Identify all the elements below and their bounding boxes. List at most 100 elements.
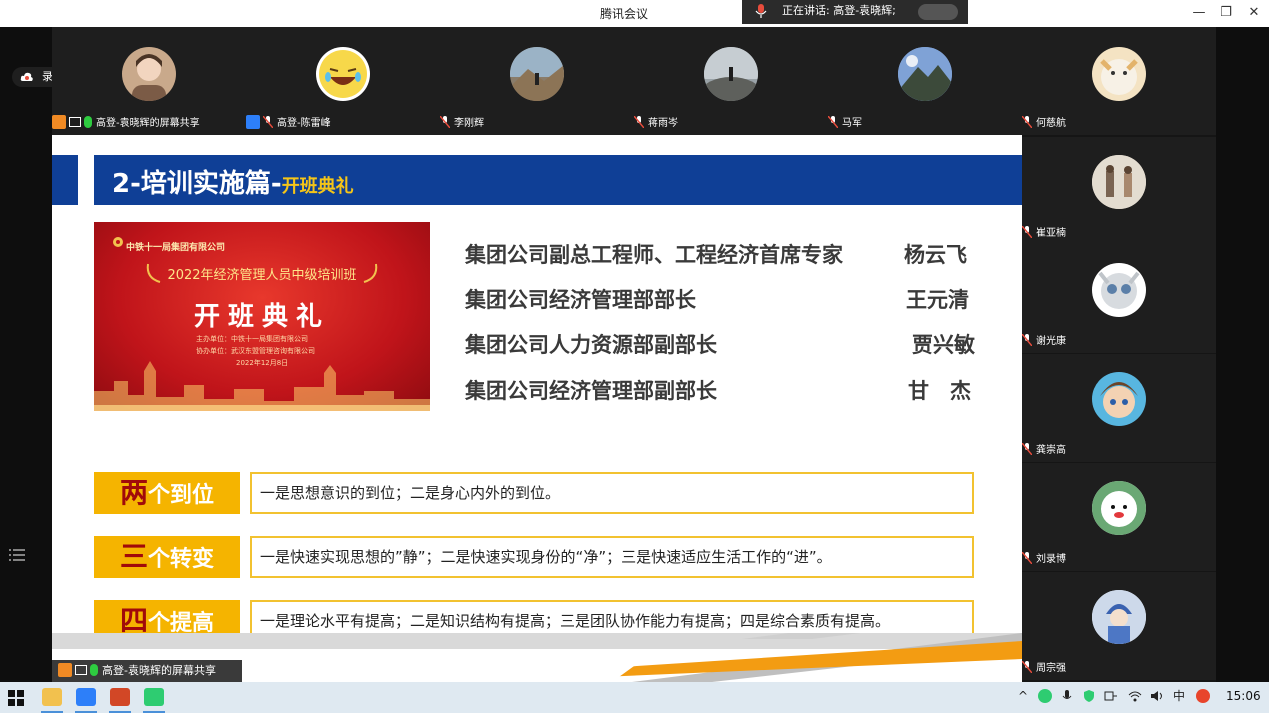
chevron-up-icon[interactable]: ^	[1016, 689, 1030, 703]
mic-muted-icon	[1022, 443, 1032, 455]
wechat-icon[interactable]	[144, 688, 164, 706]
mic-muted-icon	[828, 116, 838, 128]
ceremony-banner-image: 中铁十一局集团有限公司 2022年经济管理人员中级培训班 开班典礼 主办单位：中…	[94, 222, 430, 411]
participant-tile[interactable]: 谢光康	[1022, 245, 1216, 353]
participant-name: 高登-陈雷峰	[277, 118, 331, 129]
participant-name: 龚崇高	[1036, 445, 1066, 456]
tencent-meeting-icon[interactable]	[76, 688, 96, 706]
participant-tile[interactable]: 高登-袁晓辉的屏幕共享	[52, 27, 246, 135]
participant-name-bar: 高登-袁晓辉的屏幕共享	[52, 115, 200, 133]
avatar	[316, 47, 370, 101]
mic-active-icon	[84, 116, 92, 128]
participant-name: 高登-袁晓辉的屏幕共享	[96, 118, 200, 129]
leader-name: 杨云飞	[904, 243, 967, 267]
avatar	[1092, 481, 1146, 535]
participant-tile[interactable]: 马军	[828, 27, 1022, 135]
point-heading: 个转变	[148, 547, 215, 572]
speaking-indicator: 正在讲话: 高登-袁晓辉;	[742, 0, 968, 24]
host-icon	[52, 115, 66, 129]
avatar	[1092, 590, 1146, 644]
participant-name: 何慈航	[1036, 118, 1066, 129]
participant-name-bar: 刘录博	[1022, 551, 1066, 569]
avatar	[510, 47, 564, 101]
leader-role: 集团公司经济管理部部长	[465, 288, 696, 312]
slide-title-text: 2-培训实施篇-	[112, 169, 282, 199]
windows-taskbar: ^ 中 15:06	[0, 682, 1269, 713]
participant-tile[interactable]: 何慈航	[1022, 27, 1216, 135]
participant-name: 崔亚楠	[1036, 228, 1066, 239]
screen-share-icon	[69, 117, 81, 127]
screen-share-icon	[75, 665, 87, 675]
participant-name: 周宗强	[1036, 663, 1066, 674]
city-skyline-graphic	[94, 361, 430, 411]
screen-share-bar[interactable]: 高登-袁晓辉的屏幕共享	[52, 660, 242, 682]
participant-tile[interactable]: 周宗强	[1022, 572, 1216, 680]
company-logo-icon	[113, 237, 123, 247]
participant-tile[interactable]: 崔亚楠	[1022, 137, 1216, 245]
participant-name-bar: 高登-陈雷峰	[246, 115, 331, 133]
avatar	[122, 47, 176, 101]
slide-title: 2-培训实施篇-开班典礼	[112, 163, 354, 200]
app-title: 腾讯会议	[600, 7, 649, 21]
close-button[interactable]: ✕	[1244, 4, 1264, 22]
right-panel	[1216, 27, 1269, 682]
participant-name-bar: 李刚辉	[440, 115, 484, 133]
mic-muted-icon	[263, 116, 273, 128]
point-number: 两	[119, 476, 148, 509]
point-label: 两个到位	[94, 472, 240, 514]
sogou-ime-icon[interactable]	[1196, 689, 1210, 703]
laurel-right-icon	[363, 263, 378, 283]
leader-role: 集团公司经济管理部副部长	[465, 379, 717, 403]
participant-name-bar: 龚崇高	[1022, 442, 1066, 460]
participant-name-bar: 崔亚楠	[1022, 225, 1066, 243]
slide-header: 2-培训实施篇-开班典礼	[94, 155, 1022, 205]
participant-name-bar: 何慈航	[1022, 115, 1066, 133]
avatar	[1092, 155, 1146, 209]
participant-name: 马军	[842, 118, 862, 129]
speaker-waveform	[918, 4, 958, 20]
participant-tile[interactable]: 龚崇高	[1022, 354, 1216, 462]
person-icon	[246, 115, 260, 129]
avatar	[1092, 47, 1146, 101]
leader-role: 集团公司人力资源部副部长	[465, 333, 717, 357]
participant-tile[interactable]: 蒋雨岑	[634, 27, 828, 135]
banner-host: 主办单位：中铁十一局集团有限公司	[196, 335, 308, 343]
title-bar: 腾讯会议 正在讲话: 高登-袁晓辉; — ❐ ✕	[0, 0, 1269, 27]
volume-icon[interactable]	[1150, 689, 1164, 703]
powerpoint-icon[interactable]	[110, 688, 130, 706]
restore-button[interactable]: ❐	[1216, 4, 1236, 22]
clock[interactable]: 15:06	[1226, 689, 1261, 703]
ime-indicator[interactable]: 中	[1172, 689, 1186, 703]
participant-name-bar: 周宗强	[1022, 660, 1066, 678]
shield-icon[interactable]	[1082, 689, 1096, 703]
participant-tile[interactable]: 高登-陈雷峰	[246, 27, 440, 135]
leader-role: 集团公司副总工程师、工程经济首席专家	[465, 243, 843, 267]
wechat-tray-icon[interactable]	[1038, 689, 1052, 703]
wifi-icon[interactable]	[1128, 689, 1142, 703]
avatar	[1092, 372, 1146, 426]
microphone-icon[interactable]	[1060, 689, 1074, 703]
leader-name: 甘 杰	[908, 379, 971, 403]
point-text: 一是思想意识的到位；二是身心内外的到位。	[250, 472, 974, 514]
windows-start-icon[interactable]	[8, 690, 24, 706]
network-device-icon[interactable]	[1104, 689, 1118, 703]
participant-tile[interactable]: 刘录博	[1022, 463, 1216, 571]
point-number: 三	[119, 540, 148, 573]
participant-name-bar: 马军	[828, 115, 862, 133]
point-text: 一是快速实现思想的”静”；二是快速实现身份的“净”；三是快速适应生活工作的“进”…	[250, 536, 974, 578]
file-explorer-icon[interactable]	[42, 688, 62, 706]
mic-muted-icon	[1022, 226, 1032, 238]
participant-tile[interactable]: 李刚辉	[440, 27, 634, 135]
minimize-button[interactable]: —	[1189, 4, 1209, 22]
leader-name: 贾兴敏	[912, 333, 975, 357]
mic-active-icon	[90, 664, 98, 676]
left-panel	[0, 27, 52, 682]
banner-org: 中铁十一局集团有限公司	[126, 243, 226, 253]
laurel-left-icon	[146, 263, 161, 283]
banner-title: 开班典礼	[193, 302, 330, 332]
leader-name: 王元清	[906, 288, 969, 312]
avatar	[898, 47, 952, 101]
share-bar-label: 高登-袁晓辉的屏幕共享	[102, 664, 216, 677]
list-menu-icon[interactable]	[8, 547, 26, 563]
mic-muted-icon	[755, 4, 767, 18]
